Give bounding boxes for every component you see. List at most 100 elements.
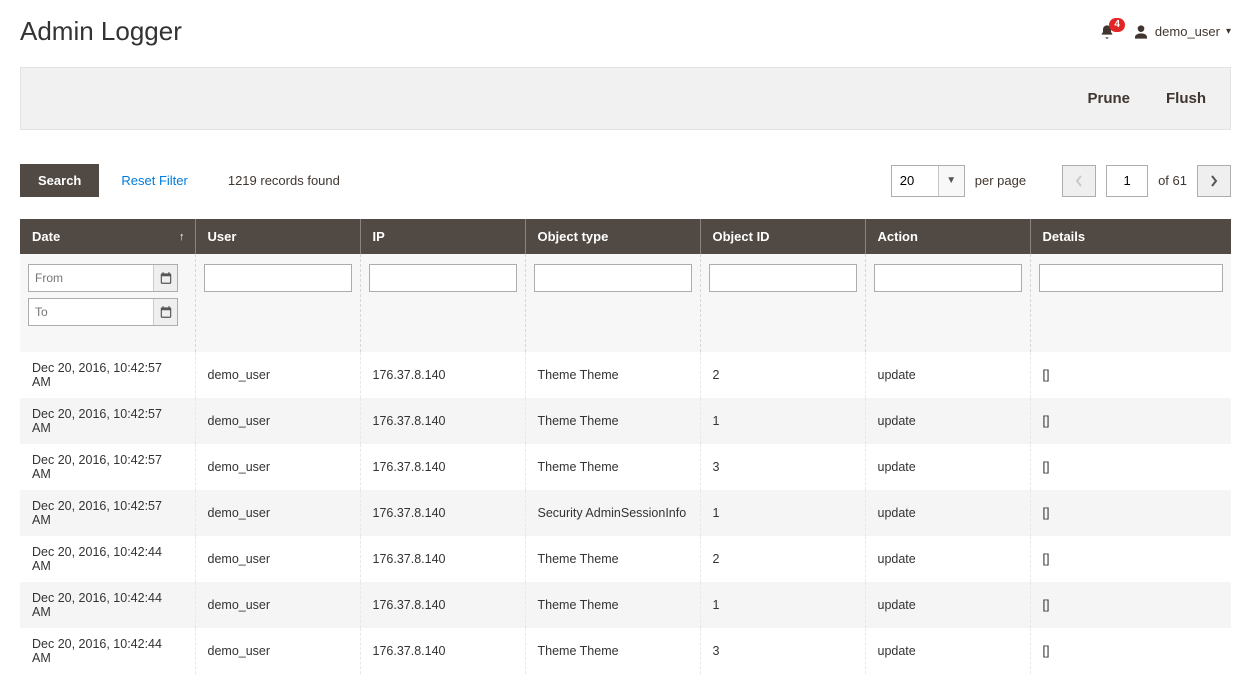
log-table: Date↑ User IP Object type Object ID Acti… bbox=[20, 219, 1231, 674]
col-object-type[interactable]: Object type bbox=[525, 219, 700, 254]
cell-ip: 176.37.8.140 bbox=[360, 490, 525, 536]
cell-action: update bbox=[865, 628, 1030, 674]
col-action[interactable]: Action bbox=[865, 219, 1030, 254]
cell-details: [] bbox=[1030, 352, 1231, 398]
table-row[interactable]: Dec 20, 2016, 10:42:57 AMdemo_user176.37… bbox=[20, 444, 1231, 490]
prune-button[interactable]: Prune bbox=[1087, 90, 1130, 107]
date-from-input[interactable] bbox=[29, 265, 153, 291]
per-page-input[interactable] bbox=[892, 166, 938, 196]
col-date[interactable]: Date↑ bbox=[20, 219, 195, 254]
calendar-icon[interactable] bbox=[153, 299, 177, 325]
filter-object-type-input[interactable] bbox=[534, 264, 692, 292]
table-row[interactable]: Dec 20, 2016, 10:42:57 AMdemo_user176.37… bbox=[20, 490, 1231, 536]
date-from-wrap bbox=[28, 264, 178, 292]
cell-date: Dec 20, 2016, 10:42:57 AM bbox=[20, 444, 195, 490]
filter-details-input[interactable] bbox=[1039, 264, 1224, 292]
cell-action: update bbox=[865, 352, 1030, 398]
col-details[interactable]: Details bbox=[1030, 219, 1231, 254]
notifications-badge: 4 bbox=[1109, 18, 1125, 32]
actionbar: Prune Flush bbox=[20, 67, 1231, 130]
cell-otype: Theme Theme bbox=[525, 582, 700, 628]
cell-otype: Theme Theme bbox=[525, 536, 700, 582]
cell-date: Dec 20, 2016, 10:42:44 AM bbox=[20, 536, 195, 582]
table-header-row: Date↑ User IP Object type Object ID Acti… bbox=[20, 219, 1231, 254]
cell-action: update bbox=[865, 444, 1030, 490]
cell-user: demo_user bbox=[195, 444, 360, 490]
cell-oid: 2 bbox=[700, 536, 865, 582]
cell-ip: 176.37.8.140 bbox=[360, 444, 525, 490]
search-button[interactable]: Search bbox=[20, 164, 99, 197]
cell-action: update bbox=[865, 582, 1030, 628]
cell-otype: Security AdminSessionInfo bbox=[525, 490, 700, 536]
cell-otype: Theme Theme bbox=[525, 352, 700, 398]
cell-ip: 176.37.8.140 bbox=[360, 398, 525, 444]
prev-page-button[interactable] bbox=[1062, 165, 1096, 197]
cell-oid: 1 bbox=[700, 582, 865, 628]
cell-user: demo_user bbox=[195, 536, 360, 582]
chevron-left-icon bbox=[1075, 175, 1083, 187]
cell-oid: 3 bbox=[700, 444, 865, 490]
cell-user: demo_user bbox=[195, 628, 360, 674]
cell-details: [] bbox=[1030, 536, 1231, 582]
flush-button[interactable]: Flush bbox=[1166, 90, 1206, 107]
cell-ip: 176.37.8.140 bbox=[360, 628, 525, 674]
cell-user: demo_user bbox=[195, 352, 360, 398]
page-title: Admin Logger bbox=[20, 16, 182, 47]
cell-otype: Theme Theme bbox=[525, 628, 700, 674]
cell-ip: 176.37.8.140 bbox=[360, 582, 525, 628]
records-count: 1219 records found bbox=[228, 173, 340, 188]
filter-user-input[interactable] bbox=[204, 264, 352, 292]
calendar-icon[interactable] bbox=[153, 265, 177, 291]
chevron-down-icon[interactable]: ▼ bbox=[938, 166, 964, 196]
cell-date: Dec 20, 2016, 10:42:57 AM bbox=[20, 490, 195, 536]
filter-action-input[interactable] bbox=[874, 264, 1022, 292]
cell-date: Dec 20, 2016, 10:42:57 AM bbox=[20, 398, 195, 444]
col-ip[interactable]: IP bbox=[360, 219, 525, 254]
cell-date: Dec 20, 2016, 10:42:44 AM bbox=[20, 582, 195, 628]
table-row[interactable]: Dec 20, 2016, 10:42:44 AMdemo_user176.37… bbox=[20, 536, 1231, 582]
cell-details: [] bbox=[1030, 490, 1231, 536]
col-user[interactable]: User bbox=[195, 219, 360, 254]
caret-down-icon: ▾ bbox=[1226, 26, 1231, 37]
cell-details: [] bbox=[1030, 398, 1231, 444]
per-page-select[interactable]: ▼ bbox=[891, 165, 965, 197]
page-number-input[interactable] bbox=[1106, 165, 1148, 197]
cell-details: [] bbox=[1030, 582, 1231, 628]
sort-arrow-up-icon: ↑ bbox=[179, 231, 185, 243]
cell-details: [] bbox=[1030, 444, 1231, 490]
date-to-input[interactable] bbox=[29, 299, 153, 325]
chevron-right-icon bbox=[1210, 175, 1218, 187]
cell-action: update bbox=[865, 398, 1030, 444]
cell-otype: Theme Theme bbox=[525, 444, 700, 490]
reset-filter-link[interactable]: Reset Filter bbox=[121, 173, 187, 188]
cell-action: update bbox=[865, 490, 1030, 536]
date-to-wrap bbox=[28, 298, 178, 326]
cell-ip: 176.37.8.140 bbox=[360, 352, 525, 398]
per-page-label: per page bbox=[975, 173, 1026, 188]
username-label: demo_user bbox=[1155, 24, 1220, 39]
tools-row: Search Reset Filter 1219 records found ▼… bbox=[20, 164, 1231, 197]
col-object-id[interactable]: Object ID bbox=[700, 219, 865, 254]
table-row[interactable]: Dec 20, 2016, 10:42:57 AMdemo_user176.37… bbox=[20, 398, 1231, 444]
user-icon bbox=[1133, 24, 1149, 40]
filter-row bbox=[20, 254, 1231, 352]
table-row[interactable]: Dec 20, 2016, 10:42:44 AMdemo_user176.37… bbox=[20, 582, 1231, 628]
table-row[interactable]: Dec 20, 2016, 10:42:57 AMdemo_user176.37… bbox=[20, 352, 1231, 398]
cell-user: demo_user bbox=[195, 582, 360, 628]
cell-user: demo_user bbox=[195, 398, 360, 444]
cell-oid: 2 bbox=[700, 352, 865, 398]
filter-object-id-input[interactable] bbox=[709, 264, 857, 292]
cell-details: [] bbox=[1030, 628, 1231, 674]
cell-action: update bbox=[865, 536, 1030, 582]
page-of-label: of 61 bbox=[1158, 173, 1187, 188]
cell-date: Dec 20, 2016, 10:42:57 AM bbox=[20, 352, 195, 398]
cell-user: demo_user bbox=[195, 490, 360, 536]
cell-oid: 1 bbox=[700, 490, 865, 536]
cell-oid: 1 bbox=[700, 398, 865, 444]
cell-otype: Theme Theme bbox=[525, 398, 700, 444]
table-row[interactable]: Dec 20, 2016, 10:42:44 AMdemo_user176.37… bbox=[20, 628, 1231, 674]
user-menu-button[interactable]: demo_user ▾ bbox=[1133, 24, 1231, 40]
notifications-button[interactable]: 4 bbox=[1099, 24, 1115, 40]
next-page-button[interactable] bbox=[1197, 165, 1231, 197]
filter-ip-input[interactable] bbox=[369, 264, 517, 292]
